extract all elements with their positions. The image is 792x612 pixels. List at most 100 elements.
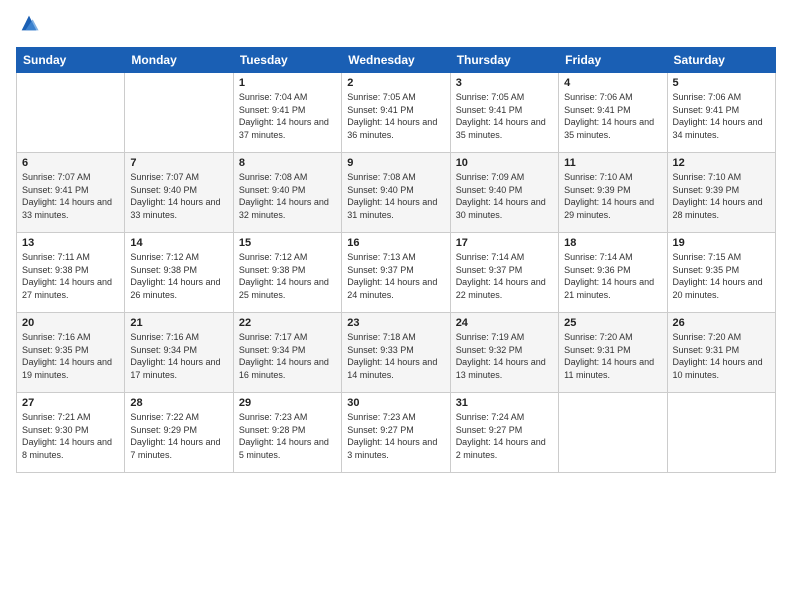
day-number: 3 (456, 77, 553, 89)
day-info: Sunrise: 7:21 AM Sunset: 9:30 PM Dayligh… (22, 411, 119, 461)
day-info: Sunrise: 7:16 AM Sunset: 9:34 PM Dayligh… (130, 331, 227, 381)
day-number: 17 (456, 237, 553, 249)
calendar-week-row: 6 Sunrise: 7:07 AM Sunset: 9:41 PM Daylig… (17, 153, 776, 233)
day-number: 13 (22, 237, 119, 249)
weekday-header: Tuesday (233, 48, 341, 73)
logo (16, 12, 40, 39)
calendar-cell: 4Sunrise: 7:06 AM Sunset: 9:41 PM Daylig… (559, 73, 667, 153)
day-info: Sunrise: 7:17 AM Sunset: 9:34 PM Dayligh… (239, 331, 336, 381)
calendar-cell: 23 Sunrise: 7:18 AM Sunset: 9:33 PM Dayli… (342, 313, 450, 393)
day-number: 12 (673, 157, 770, 169)
weekday-header: Saturday (667, 48, 775, 73)
calendar-cell: 20Sunrise: 7:16 AM Sunset: 9:35 PM Dayli… (17, 313, 125, 393)
calendar-cell: 25 Sunrise: 7:20 AM Sunset: 9:31 PM Dayli… (559, 313, 667, 393)
calendar-cell: 22 Sunrise: 7:17 AM Sunset: 9:34 PM Dayli… (233, 313, 341, 393)
calendar-cell: 27 Sunrise: 7:21 AM Sunset: 9:30 PM Dayli… (17, 393, 125, 473)
day-info: Sunrise: 7:20 AM Sunset: 9:31 PM Dayligh… (673, 331, 770, 381)
day-number: 2 (347, 77, 444, 89)
calendar-cell: 5 Sunrise: 7:06 AM Sunset: 9:41 PM Daylig… (667, 73, 775, 153)
calendar-cell: 28 Sunrise: 7:22 AM Sunset: 9:29 PM Dayli… (125, 393, 233, 473)
day-info: Sunrise: 7:22 AM Sunset: 9:29 PM Dayligh… (130, 411, 227, 461)
calendar-table: SundayMondayTuesdayWednesdayThursdayFrid… (16, 47, 776, 473)
calendar-cell (17, 73, 125, 153)
day-number: 5 (673, 77, 770, 89)
day-info: Sunrise: 7:10 AM Sunset: 9:39 PM Dayligh… (564, 171, 661, 221)
day-number: 24 (456, 317, 553, 329)
calendar-cell: 15 Sunrise: 7:12 AM Sunset: 9:38 PM Dayli… (233, 233, 341, 313)
day-number: 23 (347, 317, 444, 329)
day-info: Sunrise: 7:05 AM Sunset: 9:41 PM Dayligh… (347, 91, 444, 141)
day-info: Sunrise: 7:24 AM Sunset: 9:27 PM Dayligh… (456, 411, 553, 461)
weekday-header: Thursday (450, 48, 558, 73)
day-info: Sunrise: 7:06 AM Sunset: 9:41 PM Dayligh… (564, 91, 661, 141)
weekday-header: Monday (125, 48, 233, 73)
calendar-cell: 17 Sunrise: 7:14 AM Sunset: 9:37 PM Dayli… (450, 233, 558, 313)
day-number: 1 (239, 77, 336, 89)
calendar-cell: 14Sunrise: 7:12 AM Sunset: 9:38 PM Dayli… (125, 233, 233, 313)
day-info: Sunrise: 7:20 AM Sunset: 9:31 PM Dayligh… (564, 331, 661, 381)
day-number: 25 (564, 317, 661, 329)
day-info: Sunrise: 7:15 AM Sunset: 9:35 PM Dayligh… (673, 251, 770, 301)
day-number: 22 (239, 317, 336, 329)
header (16, 12, 776, 39)
day-info: Sunrise: 7:08 AM Sunset: 9:40 PM Dayligh… (239, 171, 336, 221)
day-number: 18 (564, 237, 661, 249)
day-info: Sunrise: 7:11 AM Sunset: 9:38 PM Dayligh… (22, 251, 119, 301)
day-info: Sunrise: 7:05 AM Sunset: 9:41 PM Dayligh… (456, 91, 553, 141)
day-info: Sunrise: 7:07 AM Sunset: 9:41 PM Dayligh… (22, 171, 119, 221)
day-info: Sunrise: 7:08 AM Sunset: 9:40 PM Dayligh… (347, 171, 444, 221)
calendar-cell: 13 Sunrise: 7:11 AM Sunset: 9:38 PM Dayli… (17, 233, 125, 313)
calendar-cell: 7 Sunrise: 7:07 AM Sunset: 9:40 PM Daylig… (125, 153, 233, 233)
calendar-cell: 29 Sunrise: 7:23 AM Sunset: 9:28 PM Dayli… (233, 393, 341, 473)
calendar-cell: 10Sunrise: 7:09 AM Sunset: 9:40 PM Dayli… (450, 153, 558, 233)
calendar-cell: 30Sunrise: 7:23 AM Sunset: 9:27 PM Dayli… (342, 393, 450, 473)
day-number: 7 (130, 157, 227, 169)
calendar-week-row: 13 Sunrise: 7:11 AM Sunset: 9:38 PM Dayli… (17, 233, 776, 313)
calendar-cell: 3 Sunrise: 7:05 AM Sunset: 9:41 PM Daylig… (450, 73, 558, 153)
day-number: 11 (564, 157, 661, 169)
calendar-cell: 9 Sunrise: 7:08 AM Sunset: 9:40 PM Daylig… (342, 153, 450, 233)
day-number: 8 (239, 157, 336, 169)
day-number: 21 (130, 317, 227, 329)
calendar-cell: 2 Sunrise: 7:05 AM Sunset: 9:41 PM Daylig… (342, 73, 450, 153)
day-info: Sunrise: 7:12 AM Sunset: 9:38 PM Dayligh… (239, 251, 336, 301)
day-number: 6 (22, 157, 119, 169)
day-number: 9 (347, 157, 444, 169)
calendar-cell: 19Sunrise: 7:15 AM Sunset: 9:35 PM Dayli… (667, 233, 775, 313)
calendar-cell (559, 393, 667, 473)
day-number: 16 (347, 237, 444, 249)
calendar-week-row: 27 Sunrise: 7:21 AM Sunset: 9:30 PM Dayli… (17, 393, 776, 473)
day-info: Sunrise: 7:16 AM Sunset: 9:35 PM Dayligh… (22, 331, 119, 381)
calendar-cell: 6 Sunrise: 7:07 AM Sunset: 9:41 PM Daylig… (17, 153, 125, 233)
day-info: Sunrise: 7:18 AM Sunset: 9:33 PM Dayligh… (347, 331, 444, 381)
day-info: Sunrise: 7:23 AM Sunset: 9:28 PM Dayligh… (239, 411, 336, 461)
calendar-cell: 31 Sunrise: 7:24 AM Sunset: 9:27 PM Dayli… (450, 393, 558, 473)
weekday-header: Wednesday (342, 48, 450, 73)
day-number: 27 (22, 397, 119, 409)
day-info: Sunrise: 7:06 AM Sunset: 9:41 PM Dayligh… (673, 91, 770, 141)
day-number: 29 (239, 397, 336, 409)
calendar-week-row: 20Sunrise: 7:16 AM Sunset: 9:35 PM Dayli… (17, 313, 776, 393)
weekday-header: Friday (559, 48, 667, 73)
day-info: Sunrise: 7:14 AM Sunset: 9:37 PM Dayligh… (456, 251, 553, 301)
page: SundayMondayTuesdayWednesdayThursdayFrid… (0, 0, 792, 612)
day-number: 26 (673, 317, 770, 329)
calendar-cell: 12Sunrise: 7:10 AM Sunset: 9:39 PM Dayli… (667, 153, 775, 233)
day-info: Sunrise: 7:04 AM Sunset: 9:41 PM Dayligh… (239, 91, 336, 141)
calendar-cell: 8 Sunrise: 7:08 AM Sunset: 9:40 PM Daylig… (233, 153, 341, 233)
calendar-cell: 24Sunrise: 7:19 AM Sunset: 9:32 PM Dayli… (450, 313, 558, 393)
day-number: 31 (456, 397, 553, 409)
calendar-week-row: 1 Sunrise: 7:04 AM Sunset: 9:41 PM Daylig… (17, 73, 776, 153)
calendar-cell: 16Sunrise: 7:13 AM Sunset: 9:37 PM Dayli… (342, 233, 450, 313)
calendar-cell: 18Sunrise: 7:14 AM Sunset: 9:36 PM Dayli… (559, 233, 667, 313)
calendar-cell: 26 Sunrise: 7:20 AM Sunset: 9:31 PM Dayli… (667, 313, 775, 393)
day-number: 15 (239, 237, 336, 249)
day-info: Sunrise: 7:07 AM Sunset: 9:40 PM Dayligh… (130, 171, 227, 221)
weekday-header: Sunday (17, 48, 125, 73)
calendar-cell: 21 Sunrise: 7:16 AM Sunset: 9:34 PM Dayli… (125, 313, 233, 393)
day-number: 10 (456, 157, 553, 169)
calendar-cell (125, 73, 233, 153)
calendar-cell: 1 Sunrise: 7:04 AM Sunset: 9:41 PM Daylig… (233, 73, 341, 153)
day-info: Sunrise: 7:23 AM Sunset: 9:27 PM Dayligh… (347, 411, 444, 461)
day-number: 28 (130, 397, 227, 409)
